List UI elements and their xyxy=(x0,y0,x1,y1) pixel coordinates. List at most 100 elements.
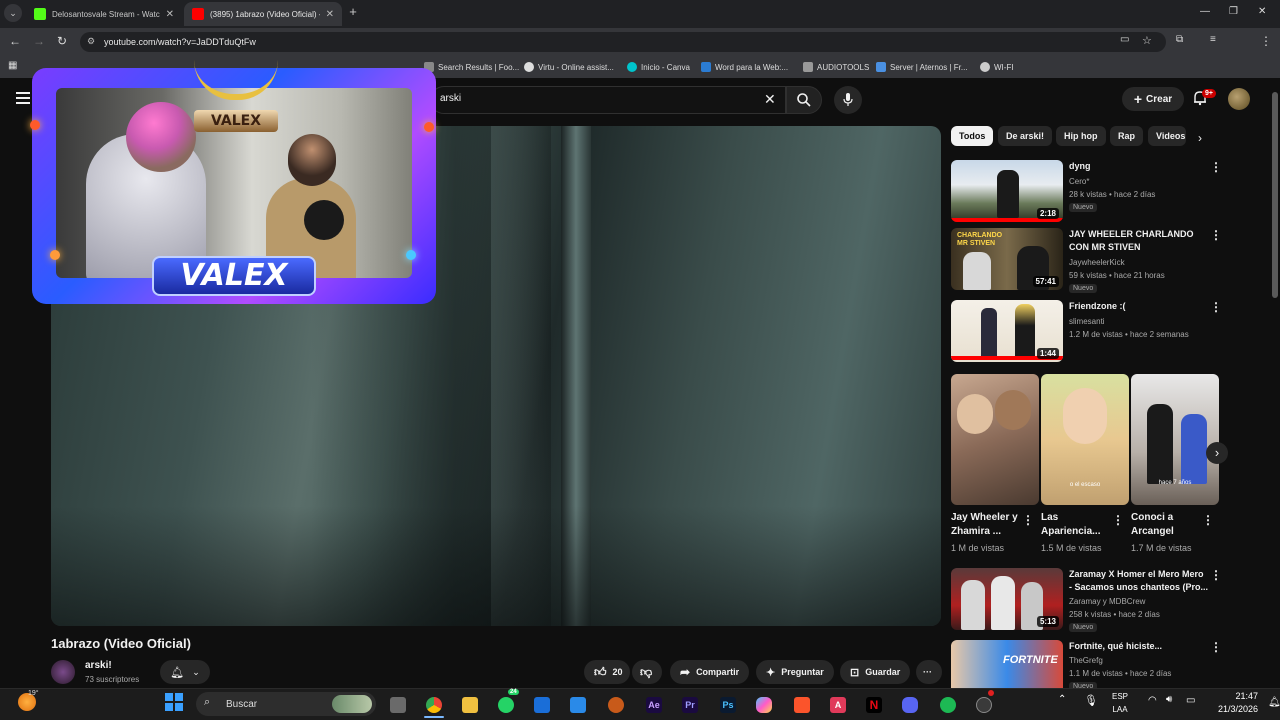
short-thumbnail[interactable]: o el escaso xyxy=(1041,374,1129,505)
chip-rap[interactable]: Rap xyxy=(1110,126,1144,146)
video-thumbnail[interactable]: 1:44 xyxy=(951,300,1063,362)
task-view-icon[interactable] xyxy=(390,697,406,713)
chrome-icon[interactable] xyxy=(426,697,442,713)
windows-start-icon[interactable] xyxy=(164,692,184,712)
clear-search-icon[interactable]: ✕ xyxy=(764,91,776,108)
rec-title[interactable]: Fortnite, qué hiciste... xyxy=(1069,640,1209,653)
rec-channel[interactable]: Zaramay y MDBCrew xyxy=(1069,597,1145,606)
video-thumbnail[interactable]: 2:18 xyxy=(951,160,1063,222)
notifications-center-icon[interactable]: 🔔︎ xyxy=(1268,697,1280,708)
browser-tab-youtube[interactable]: (3895) 1abrazo (Video Oficial) - ✕ xyxy=(184,2,342,26)
bookmark-item[interactable]: Word para la Web:... xyxy=(701,62,788,72)
discord-icon[interactable] xyxy=(902,697,918,713)
bookmark-item[interactable]: AUDIOTOOLS xyxy=(803,62,869,72)
spotify-icon[interactable] xyxy=(940,697,956,713)
battery-icon[interactable]: ▭ xyxy=(1186,695,1195,706)
more-vert-icon[interactable]: ⋮ xyxy=(1202,513,1214,527)
create-button[interactable]: + Crear xyxy=(1122,87,1184,111)
forward-icon[interactable]: → xyxy=(33,34,45,48)
search-input[interactable] xyxy=(430,86,786,114)
brave-icon[interactable] xyxy=(794,697,810,713)
scrollbar-thumb[interactable] xyxy=(1272,92,1278,298)
new-tab-button[interactable]: + xyxy=(346,4,360,19)
chip-videos[interactable]: Videos xyxy=(1148,126,1186,146)
dislike-button[interactable]: 👎︎ xyxy=(632,660,662,684)
rec-channel[interactable]: JaywheelerKick xyxy=(1069,258,1125,267)
account-avatar[interactable] xyxy=(1228,88,1250,110)
mail-icon[interactable] xyxy=(534,697,550,713)
wifi-icon[interactable]: ◠ xyxy=(1148,695,1157,706)
short-thumbnail[interactable]: hace 7 años xyxy=(1131,374,1219,505)
chip-hip-hop[interactable]: Hip hop xyxy=(1056,126,1106,146)
close-tab-icon[interactable]: ✕ xyxy=(326,9,334,20)
obs-icon[interactable] xyxy=(976,697,992,713)
rec-channel[interactable]: TheGrefg xyxy=(1069,656,1103,665)
short-title[interactable]: Las Apariencia... xyxy=(1041,511,1111,539)
whatsapp-icon[interactable] xyxy=(498,697,514,713)
minimize-icon[interactable]: — xyxy=(1200,6,1210,17)
search-button[interactable] xyxy=(786,86,822,114)
video-thumbnail[interactable]: FORTNITE xyxy=(951,640,1063,688)
channel-avatar[interactable] xyxy=(51,660,75,684)
shorts-next-button[interactable]: › xyxy=(1206,442,1228,464)
share-button[interactable]: ➦ Compartir xyxy=(670,660,750,684)
store-icon[interactable] xyxy=(570,697,586,713)
taskbar-clock[interactable]: 21:47 21/3/2026 xyxy=(1218,690,1258,716)
chip-todos[interactable]: Todos xyxy=(951,126,994,146)
rec-channel[interactable]: Cero* xyxy=(1069,177,1089,186)
reading-list-icon[interactable]: ≡ xyxy=(1210,34,1216,45)
ask-button[interactable]: ✦ Preguntar xyxy=(756,660,834,684)
apps-grid-icon[interactable]: ▦ xyxy=(8,60,17,71)
subscription-bell-button[interactable]: 🔔︎ ⌄ xyxy=(160,660,210,684)
netflix-icon[interactable]: N xyxy=(866,697,882,713)
short-title[interactable]: Conoci a Arcangel xyxy=(1131,511,1201,539)
bookmark-item[interactable]: Virtu - Online assist... xyxy=(524,62,614,72)
extensions-icon[interactable]: ⧉ xyxy=(1176,34,1183,45)
site-info-icon[interactable]: ⚙ xyxy=(87,36,95,47)
like-button[interactable]: 👍︎ 20 xyxy=(584,660,630,684)
rec-channel[interactable]: slimesanti xyxy=(1069,317,1105,326)
more-vert-icon[interactable]: ⋮ xyxy=(1210,568,1222,582)
bookmark-item[interactable]: WI-FI xyxy=(980,62,1014,72)
fl-studio-icon[interactable] xyxy=(608,697,624,713)
back-icon[interactable]: ← xyxy=(9,34,21,48)
more-vert-icon[interactable]: ⋮ xyxy=(1112,513,1124,527)
bookmark-item[interactable]: Server | Aternos | Fr... xyxy=(876,62,968,72)
acrobat-icon[interactable]: A xyxy=(830,697,846,713)
tab-list-button[interactable]: ⌄ xyxy=(4,4,22,22)
rec-title[interactable]: dyng xyxy=(1069,160,1209,173)
voice-search-button[interactable] xyxy=(834,86,862,114)
volume-icon[interactable]: 🔊︎ xyxy=(1166,694,1172,705)
short-title[interactable]: Jay Wheeler y Zhamira ... xyxy=(951,511,1021,539)
chevron-up-icon[interactable]: ⌃ xyxy=(1058,694,1066,705)
more-vert-icon[interactable]: ⋮ xyxy=(1210,300,1222,314)
more-vert-icon[interactable]: ⋮ xyxy=(1210,160,1222,174)
maximize-icon[interactable]: ❐ xyxy=(1229,6,1238,17)
more-vert-icon[interactable]: ⋮ xyxy=(1210,228,1222,242)
bookmark-star-icon[interactable]: ☆ xyxy=(1142,34,1152,47)
rec-title[interactable]: JAY WHEELER CHARLANDO CON MR STIVEN xyxy=(1069,228,1209,254)
file-explorer-icon[interactable] xyxy=(462,697,478,713)
after-effects-icon[interactable]: Ae xyxy=(646,697,662,713)
premiere-icon[interactable]: Pr xyxy=(682,697,698,713)
menu-dots-icon[interactable]: ⋮ xyxy=(1260,34,1272,48)
page-scrollbar[interactable] xyxy=(1270,80,1280,688)
more-actions-button[interactable]: ··· xyxy=(916,660,942,684)
reload-icon[interactable]: ↻ xyxy=(57,34,67,48)
short-thumbnail[interactable] xyxy=(951,374,1039,505)
copilot-icon[interactable] xyxy=(756,697,772,713)
photoshop-icon[interactable]: Ps xyxy=(720,697,736,713)
rec-title[interactable]: Friendzone :( xyxy=(1069,300,1209,313)
chevron-right-icon[interactable]: › xyxy=(1198,131,1202,145)
channel-name[interactable]: arski! xyxy=(85,660,112,671)
microphone-icon[interactable]: 🎙︎ xyxy=(1084,694,1098,707)
language-indicator[interactable]: ESP LAA xyxy=(1112,690,1128,716)
browser-tab-kick[interactable]: Delosantosvale Stream - Watch ✕ xyxy=(26,2,182,26)
video-thumbnail[interactable]: 5:13 xyxy=(951,568,1063,630)
cast-icon[interactable]: ▭ xyxy=(1120,34,1129,45)
video-thumbnail[interactable]: CHARLANDO MR STIVEN 57:41 xyxy=(951,228,1063,290)
save-button[interactable]: ⊡ Guardar xyxy=(840,660,911,684)
close-tab-icon[interactable]: ✕ xyxy=(166,9,174,20)
more-vert-icon[interactable]: ⋮ xyxy=(1022,513,1034,527)
rec-title[interactable]: Zaramay X Homer el Mero Mero - Sacamos u… xyxy=(1069,568,1209,594)
